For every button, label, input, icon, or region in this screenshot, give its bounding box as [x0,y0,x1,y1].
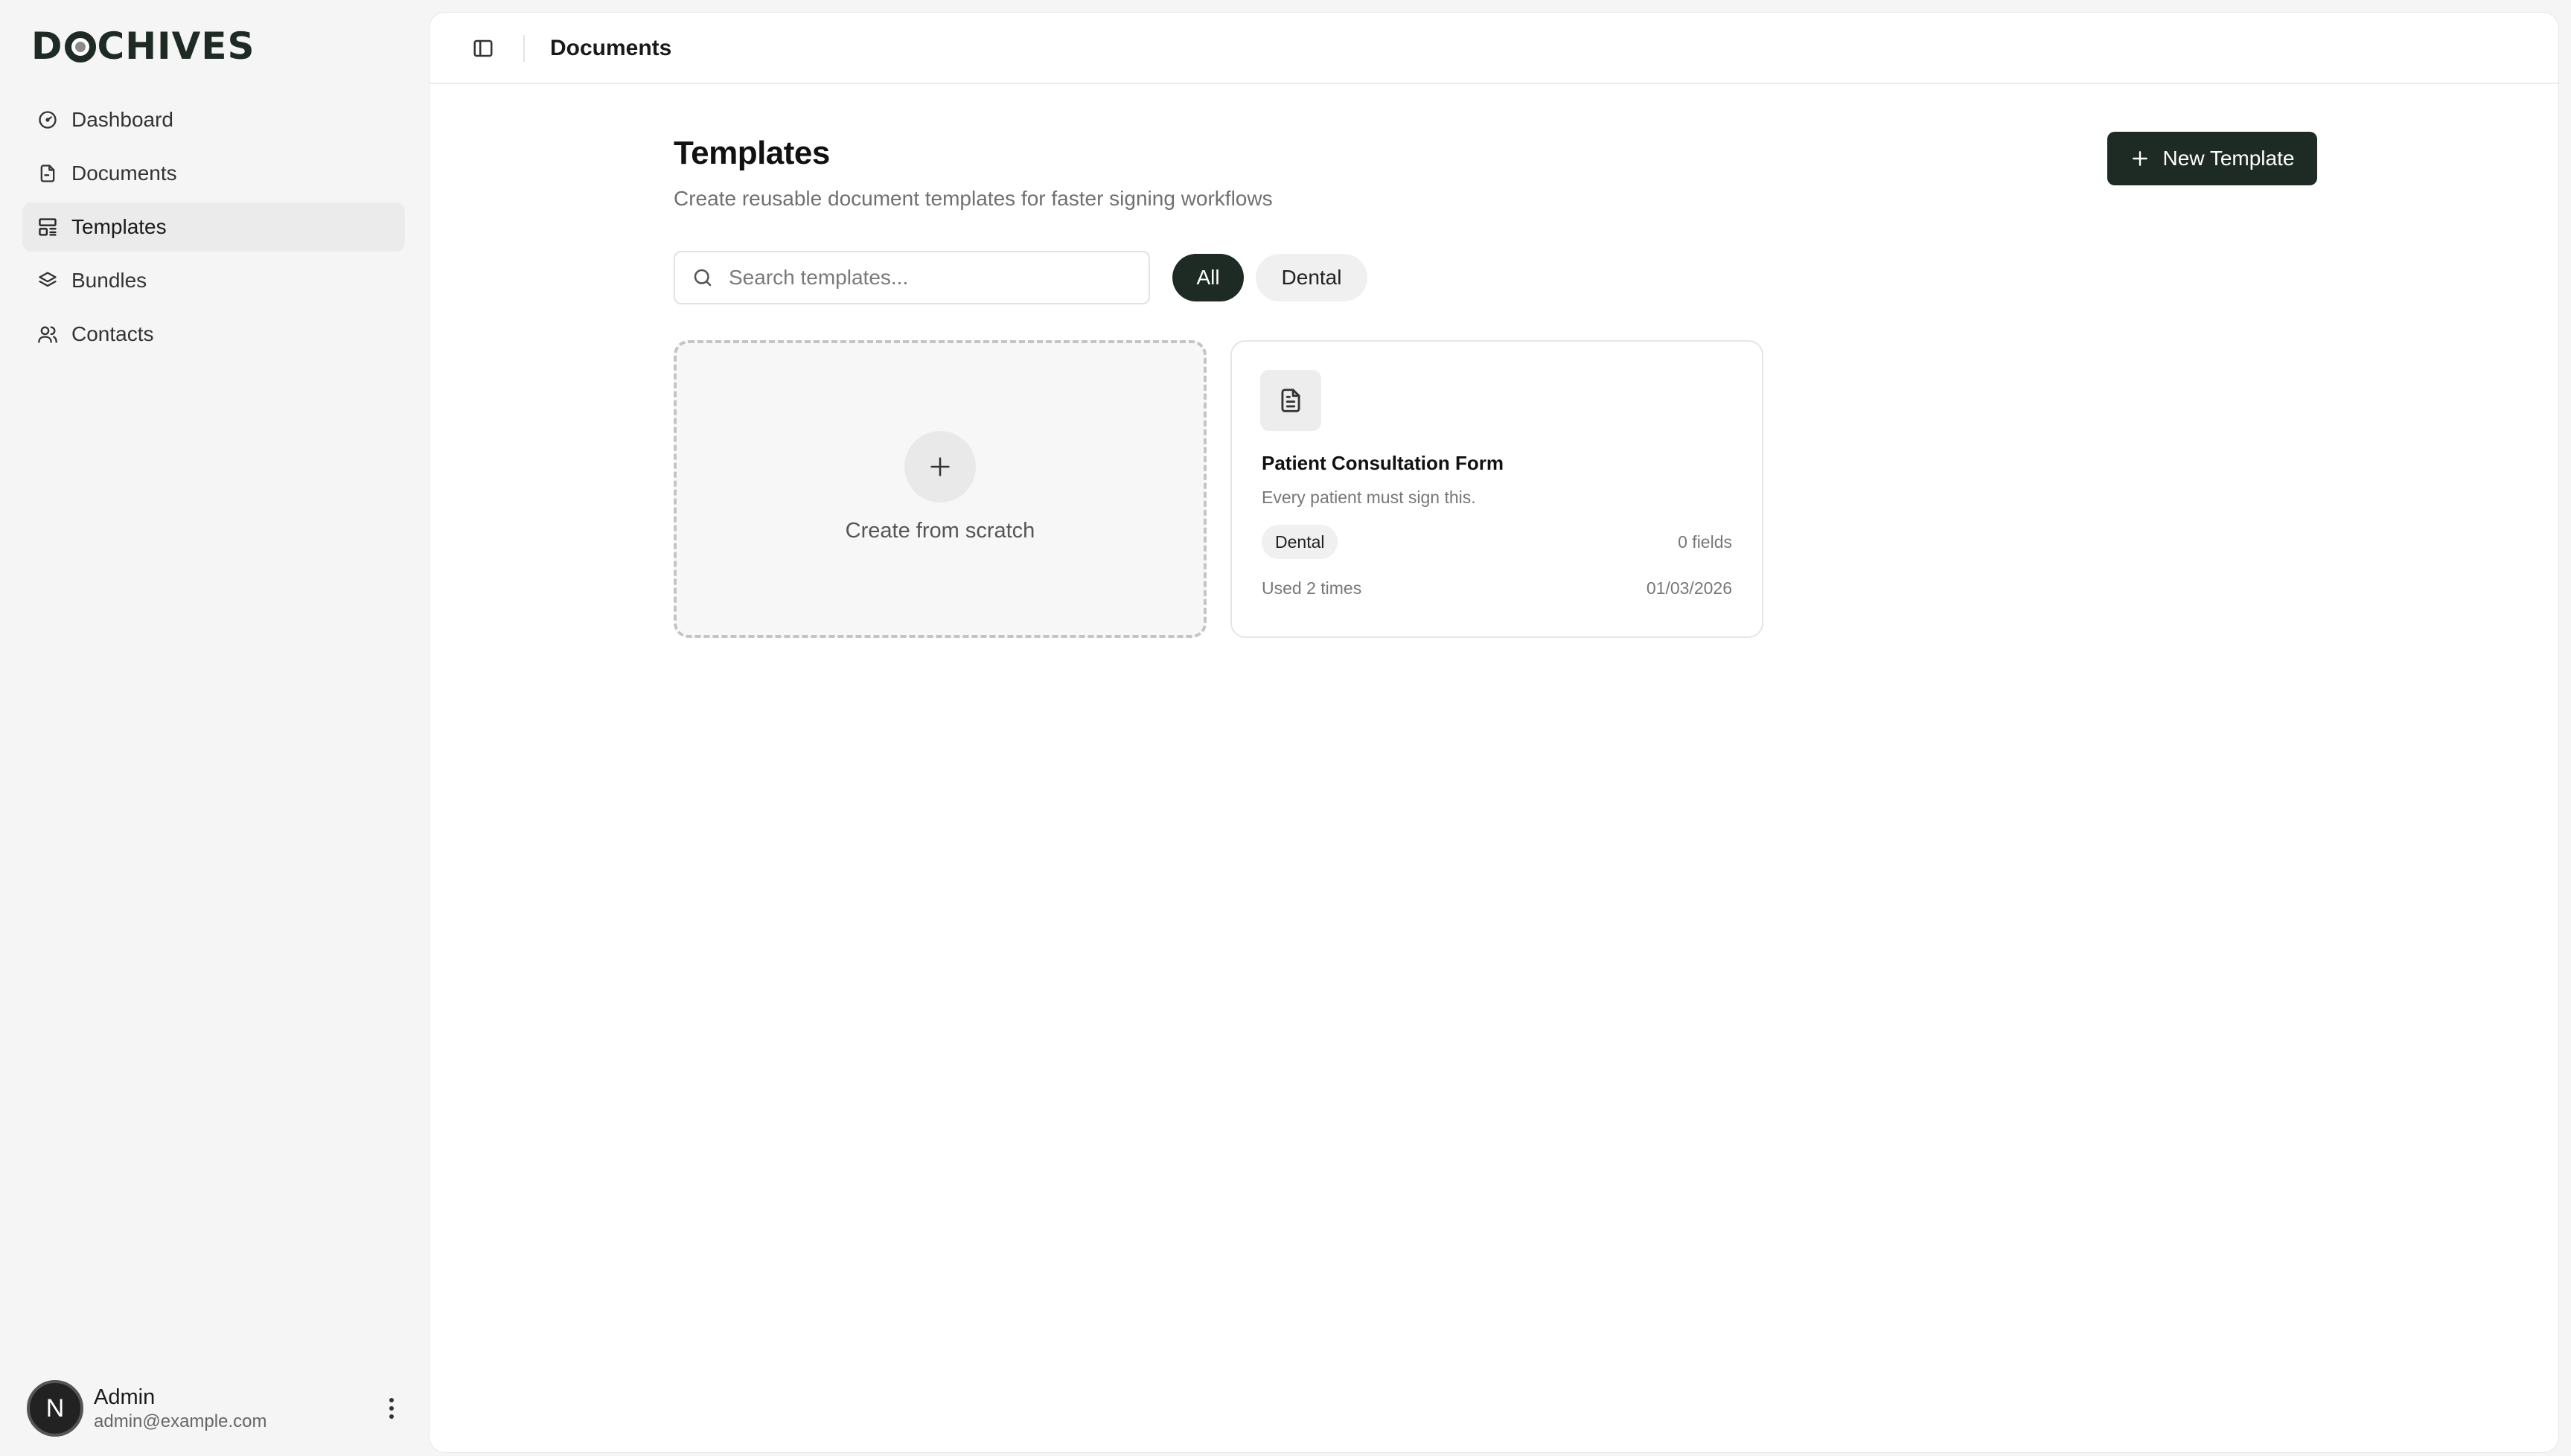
template-date: 01/03/2026 [1646,578,1732,598]
sidebar-item-label: Templates [71,215,167,238]
sidebar-item-dashboard[interactable]: Dashboard [22,95,405,144]
sidebar-item-templates[interactable]: Templates [22,202,405,252]
plus-icon [930,457,950,476]
user-menu[interactable]: N Admin admin@example.com [27,1379,406,1438]
file-text-icon [1281,389,1300,412]
sidebar-item-label: Bundles [71,269,147,292]
sidebar-item-label: Dashboard [71,108,173,131]
more-vertical-icon[interactable] [377,1386,406,1431]
sidebar-nav: Dashboard Documents Templates Bundles Co… [22,95,405,363]
search-input[interactable] [729,266,1131,290]
sidebar-item-label: Documents [71,162,177,185]
template-name: Patient Consultation Form [1262,452,1504,474]
topbar-divider [523,35,525,62]
app-logo[interactable]: D CHIVES [31,25,255,68]
filter-chip-dental[interactable]: Dental [1256,254,1367,301]
sidebar-toggle-icon[interactable] [468,33,498,63]
page-title: Templates [674,135,830,171]
filter-chip-all[interactable]: All [1172,254,1244,301]
sidebar-item-bundles[interactable]: Bundles [22,256,405,305]
search-icon [694,269,712,287]
new-template-label: New Template [2162,147,2295,170]
template-icon-badge [1260,370,1321,431]
template-field-count: 0 fields [1678,532,1732,552]
file-icon [40,165,55,182]
create-from-scratch-card[interactable]: Create from scratch [674,340,1207,638]
user-email: admin@example.com [94,1411,267,1431]
create-from-scratch-label: Create from scratch [845,519,1035,543]
template-tag: Dental [1262,525,1338,559]
logo-mark-icon [64,31,96,63]
search-box[interactable] [674,251,1150,304]
template-usage-count: Used 2 times [1262,578,1362,598]
template-card[interactable]: Patient Consultation Form Every patient … [1230,340,1763,638]
avatar: N [27,1380,83,1437]
plus-icon [2132,151,2147,166]
sidebar-item-documents[interactable]: Documents [22,149,405,198]
gauge-icon [39,111,57,129]
logo-text-suffix: CHIVES [97,25,255,68]
topbar: Documents [429,13,2558,84]
layers-icon [39,272,57,287]
plus-circle [904,431,976,502]
page-subtitle: Create reusable document templates for f… [674,187,1273,210]
layout-template-icon [39,218,57,236]
users-icon [38,326,57,343]
sidebar-item-label: Contacts [71,322,154,345]
sidebar: D CHIVES Dashboard Documents Templates Bu… [0,0,429,1456]
main-panel: Documents Templates Create reusable docu… [429,12,2559,1453]
breadcrumb: Documents [550,36,672,60]
logo-text-prefix: D [31,25,63,68]
template-description: Every patient must sign this. [1262,488,1476,507]
user-name: Admin [94,1385,156,1409]
new-template-button[interactable]: New Template [2107,132,2317,185]
user-info: Admin admin@example.com [94,1384,377,1433]
sidebar-item-contacts[interactable]: Contacts [22,310,405,359]
